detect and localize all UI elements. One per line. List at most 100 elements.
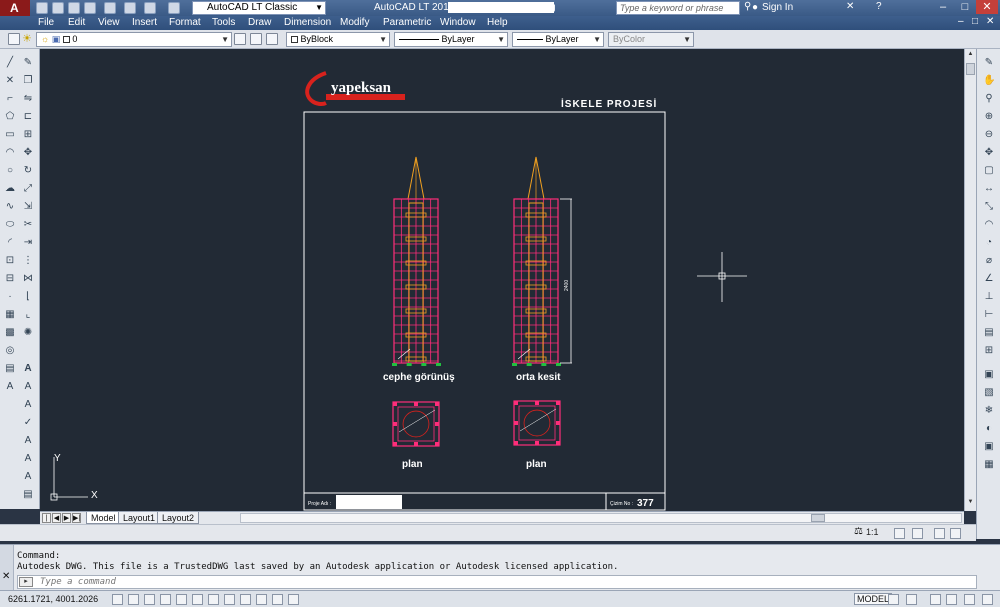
command-input[interactable]: Type a command <box>17 575 977 589</box>
table-icon[interactable]: ▤ <box>4 363 16 375</box>
dimension-style-icon[interactable]: ▤ <box>983 327 995 339</box>
gradient-icon[interactable]: ▩ <box>4 327 16 339</box>
wrench-icon[interactable]: ✕ <box>2 571 10 582</box>
open-icon[interactable] <box>52 2 64 14</box>
lock-ui-icon[interactable] <box>950 528 961 539</box>
arc-length-icon[interactable]: ◠ <box>983 219 995 231</box>
horizontal-scroll-thumb[interactable] <box>811 514 825 522</box>
scroll-down-icon[interactable]: ▼ <box>966 499 975 507</box>
polar-tracking-icon[interactable] <box>160 594 171 605</box>
join-icon[interactable]: ⋈ <box>22 273 34 285</box>
dynamic-input-icon[interactable] <box>240 594 251 605</box>
doc-close-button[interactable]: ✕ <box>986 16 994 27</box>
quick-properties-icon[interactable] <box>288 594 299 605</box>
zoom-status-icon[interactable] <box>946 594 957 605</box>
pan-icon[interactable]: ✋ <box>983 75 995 87</box>
polygon-icon[interactable]: ⬠ <box>4 111 16 123</box>
annotation-visibility-icon[interactable] <box>894 528 905 539</box>
rectangle-icon[interactable]: ▭ <box>4 129 16 141</box>
cursor-coordinates[interactable]: 6261.1721, 4001.2026 <box>8 594 98 604</box>
minimize-button[interactable]: – <box>932 0 954 14</box>
dynamic-ucs-icon[interactable] <box>224 594 235 605</box>
close-button[interactable]: ✕ <box>976 0 998 14</box>
color-dropdown[interactable]: ByBlock ▼ <box>286 32 390 47</box>
object-snap-tracking-icon[interactable] <box>208 594 219 605</box>
ellipse-arc-icon[interactable]: ◜ <box>4 237 16 249</box>
layer-off-icon[interactable]: ◐ <box>983 423 995 435</box>
fillet-icon[interactable]: ⌞ <box>22 309 34 321</box>
polyline-icon[interactable]: ⌐ <box>4 93 16 105</box>
orbit-icon[interactable]: ✥ <box>983 147 995 159</box>
scale-icon[interactable]: ⤢ <box>22 183 34 195</box>
workspace-switch-icon[interactable] <box>934 528 945 539</box>
radius-dimension-icon[interactable]: ◔ <box>983 237 995 249</box>
text-style-icon[interactable]: A <box>22 381 34 393</box>
array-icon[interactable]: ⊞ <box>22 129 34 141</box>
vertical-scrollbar[interactable]: ▲ ▼ <box>964 49 976 511</box>
justify-text-icon[interactable]: A <box>22 453 34 465</box>
zoom-window-icon[interactable]: ⊕ <box>983 111 995 123</box>
multiline-text-icon[interactable]: A <box>4 381 16 393</box>
quick-view-layouts-icon[interactable] <box>888 594 899 605</box>
zoom-realtime-icon[interactable]: ⚲ <box>983 93 995 105</box>
quick-view-drawings-icon[interactable] <box>906 594 917 605</box>
make-block-icon[interactable]: ⊟ <box>4 273 16 285</box>
find-icon[interactable]: A <box>22 399 34 411</box>
auto-scale-icon[interactable] <box>912 528 923 539</box>
layer-tools-icon[interactable]: ▣ <box>983 369 995 381</box>
layer-properties-icon[interactable] <box>8 33 20 45</box>
annotation-scale-icon[interactable]: ⚖ <box>854 526 863 537</box>
sign-in-link[interactable]: Sign In <box>762 2 793 13</box>
layer-dropdown[interactable]: ☼ ▣ 0 ▼ <box>36 32 232 47</box>
first-tab-icon[interactable]: |◀ <box>42 513 51 532</box>
ortho-mode-icon[interactable] <box>144 594 155 605</box>
menu-file[interactable]: File <box>38 17 54 28</box>
model-space-toggle[interactable]: MODEL <box>854 593 893 605</box>
scale-text-icon[interactable]: A <box>22 435 34 447</box>
spline-icon[interactable]: ∿ <box>4 201 16 213</box>
workspace-dropdown[interactable]: AutoCAD LT Classic ▼ <box>192 1 326 15</box>
search-icon[interactable]: ⚲ <box>744 1 751 12</box>
text-icon[interactable]: A <box>22 363 34 375</box>
save-as-icon[interactable] <box>84 2 96 14</box>
plot-icon[interactable] <box>124 2 136 14</box>
make-current-icon[interactable] <box>234 33 246 45</box>
spell-check-icon[interactable]: ✓ <box>22 417 34 429</box>
layer-isolate-icon[interactable]: ▧ <box>983 387 995 399</box>
layer-lock-icon[interactable]: ▣ <box>983 441 995 453</box>
zoom-previous-icon[interactable]: ⊖ <box>983 129 995 141</box>
doc-minimize-button[interactable]: – <box>958 16 964 27</box>
menu-view[interactable]: View <box>98 17 120 28</box>
menu-parametric[interactable]: Parametric <box>383 17 431 28</box>
lineweight-dropdown[interactable]: ByLayer ▼ <box>512 32 604 47</box>
extend-icon[interactable]: ⇥ <box>22 237 34 249</box>
next-tab-icon[interactable]: ▶ <box>62 513 71 523</box>
lineweight-toggle-icon[interactable] <box>256 594 267 605</box>
lightbulb-icon[interactable]: ☀ <box>22 33 34 45</box>
prev-tab-icon[interactable]: ◀ <box>52 513 61 523</box>
erase-icon[interactable]: ✎ <box>22 57 34 69</box>
tab-model[interactable]: Model <box>86 512 121 524</box>
menu-window[interactable]: Window <box>440 17 476 28</box>
app-menu-button[interactable] <box>0 0 30 16</box>
explode-icon[interactable]: ✺ <box>22 327 34 339</box>
break-icon[interactable]: ⋮ <box>22 255 34 267</box>
snap-mode-icon[interactable] <box>112 594 123 605</box>
new-icon[interactable] <box>36 2 48 14</box>
clean-screen-icon[interactable] <box>982 594 993 605</box>
rotate-icon[interactable]: ↻ <box>22 165 34 177</box>
last-tab-icon[interactable]: ▶| <box>72 513 81 523</box>
arc-icon[interactable]: ◠ <box>4 147 16 159</box>
mirror-icon[interactable]: ⇋ <box>22 93 34 105</box>
tab-layout2[interactable]: Layout2 <box>157 512 200 524</box>
save-icon[interactable] <box>68 2 80 14</box>
menu-edit[interactable]: Edit <box>68 17 85 28</box>
diameter-dimension-icon[interactable]: ⌀ <box>983 255 995 267</box>
construction-line-icon[interactable]: ✕ <box>4 75 16 87</box>
revcloud-icon[interactable]: ☁ <box>4 183 16 195</box>
trim-icon[interactable]: ✂ <box>22 219 34 231</box>
layer-walk-icon[interactable]: ▦ <box>983 459 995 471</box>
doc-restore-button[interactable]: □ <box>972 16 978 27</box>
menu-draw[interactable]: Draw <box>248 17 271 28</box>
edit-text-icon[interactable]: A <box>22 471 34 483</box>
